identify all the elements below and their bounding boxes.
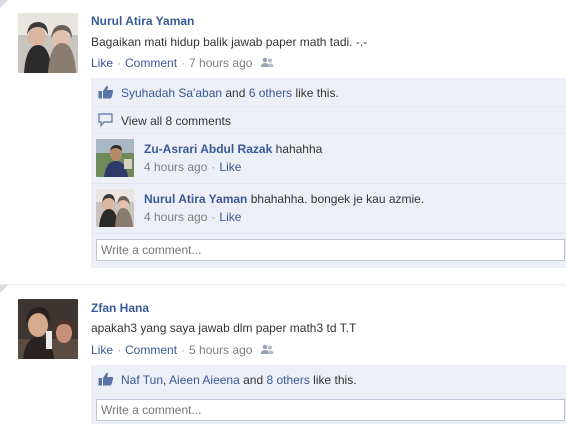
view-all-comments-row[interactable]: View all 8 comments <box>91 107 566 134</box>
likes-and-text: and <box>239 373 267 387</box>
write-comment-row: Write a comment... <box>91 234 566 268</box>
likes-suffix-text: like this. <box>309 373 357 387</box>
likes-summary: Naf Tun, Aieen Aieena and 8 others like … <box>91 365 566 394</box>
likes-suffix-text: like this. <box>292 86 339 100</box>
likes-and-text: and <box>222 86 249 100</box>
commenter-avatar[interactable] <box>96 139 134 177</box>
thumbs-up-icon <box>98 85 114 99</box>
comment-like-link[interactable]: Like <box>219 160 241 174</box>
comment-item: Zu-Asrari Abdul Razak hahahha 4 hours ag… <box>91 134 566 184</box>
friends-audience-icon[interactable] <box>260 344 274 355</box>
comment-item: Nurul Atira Yaman bhahahha. bongek je ka… <box>91 184 566 234</box>
comment-link[interactable]: Comment <box>125 56 177 70</box>
commenter-name[interactable]: Zu-Asrari Abdul Razak <box>144 142 272 156</box>
comment-text: bhahahha. bongek je kau azmie. <box>250 192 425 206</box>
liker-name[interactable]: Aieen Aieena <box>169 373 240 387</box>
comment-timestamp[interactable]: 4 hours ago <box>144 210 207 224</box>
post-actions: Like · Comment · 7 hours ago <box>91 56 274 70</box>
post-message: Bagaikan mati hidup balik jawab paper ma… <box>91 35 368 49</box>
likes-others-link[interactable]: 8 others <box>266 373 309 387</box>
post-actions: Like · Comment · 5 hours ago <box>91 343 274 357</box>
liker-name[interactable]: Naf Tun <box>121 373 163 387</box>
commenter-name[interactable]: Nurul Atira Yaman <box>144 192 247 206</box>
feed-story: Zfan Hana apakah3 yang saya jawab dlm pa… <box>0 285 566 424</box>
feed-story: Nurul Atira Yaman Bagaikan mati hidup ba… <box>0 0 566 283</box>
comment-link[interactable]: Comment <box>125 343 177 357</box>
likes-others-link[interactable]: 6 others <box>249 86 292 100</box>
post-message: apakah3 yang saya jawab dlm paper math3 … <box>91 321 357 335</box>
write-comment-row: Write a comment... <box>91 394 566 424</box>
author-name[interactable]: Nurul Atira Yaman <box>91 14 194 28</box>
write-comment-input[interactable]: Write a comment... <box>96 399 565 421</box>
likes-summary: Syuhadah Sa'aban and 6 others like this. <box>91 78 566 107</box>
like-link[interactable]: Like <box>91 343 113 357</box>
author-avatar[interactable] <box>18 299 78 359</box>
comment-like-link[interactable]: Like <box>219 210 241 224</box>
post-timestamp[interactable]: 5 hours ago <box>189 343 252 357</box>
author-avatar[interactable] <box>18 13 78 73</box>
liker-name[interactable]: Syuhadah Sa'aban <box>121 86 222 100</box>
like-link[interactable]: Like <box>91 56 113 70</box>
post-timestamp[interactable]: 7 hours ago <box>189 56 252 70</box>
commenter-avatar[interactable] <box>96 189 134 227</box>
write-comment-input[interactable]: Write a comment... <box>96 239 565 261</box>
comment-timestamp[interactable]: 4 hours ago <box>144 160 207 174</box>
comment-bubble-icon <box>98 113 114 128</box>
view-all-comments-link[interactable]: View all 8 comments <box>121 114 231 128</box>
thumbs-up-icon <box>98 372 114 386</box>
comment-text: hahahha <box>275 142 323 156</box>
author-name[interactable]: Zfan Hana <box>91 301 149 315</box>
friends-audience-icon[interactable] <box>260 57 274 68</box>
